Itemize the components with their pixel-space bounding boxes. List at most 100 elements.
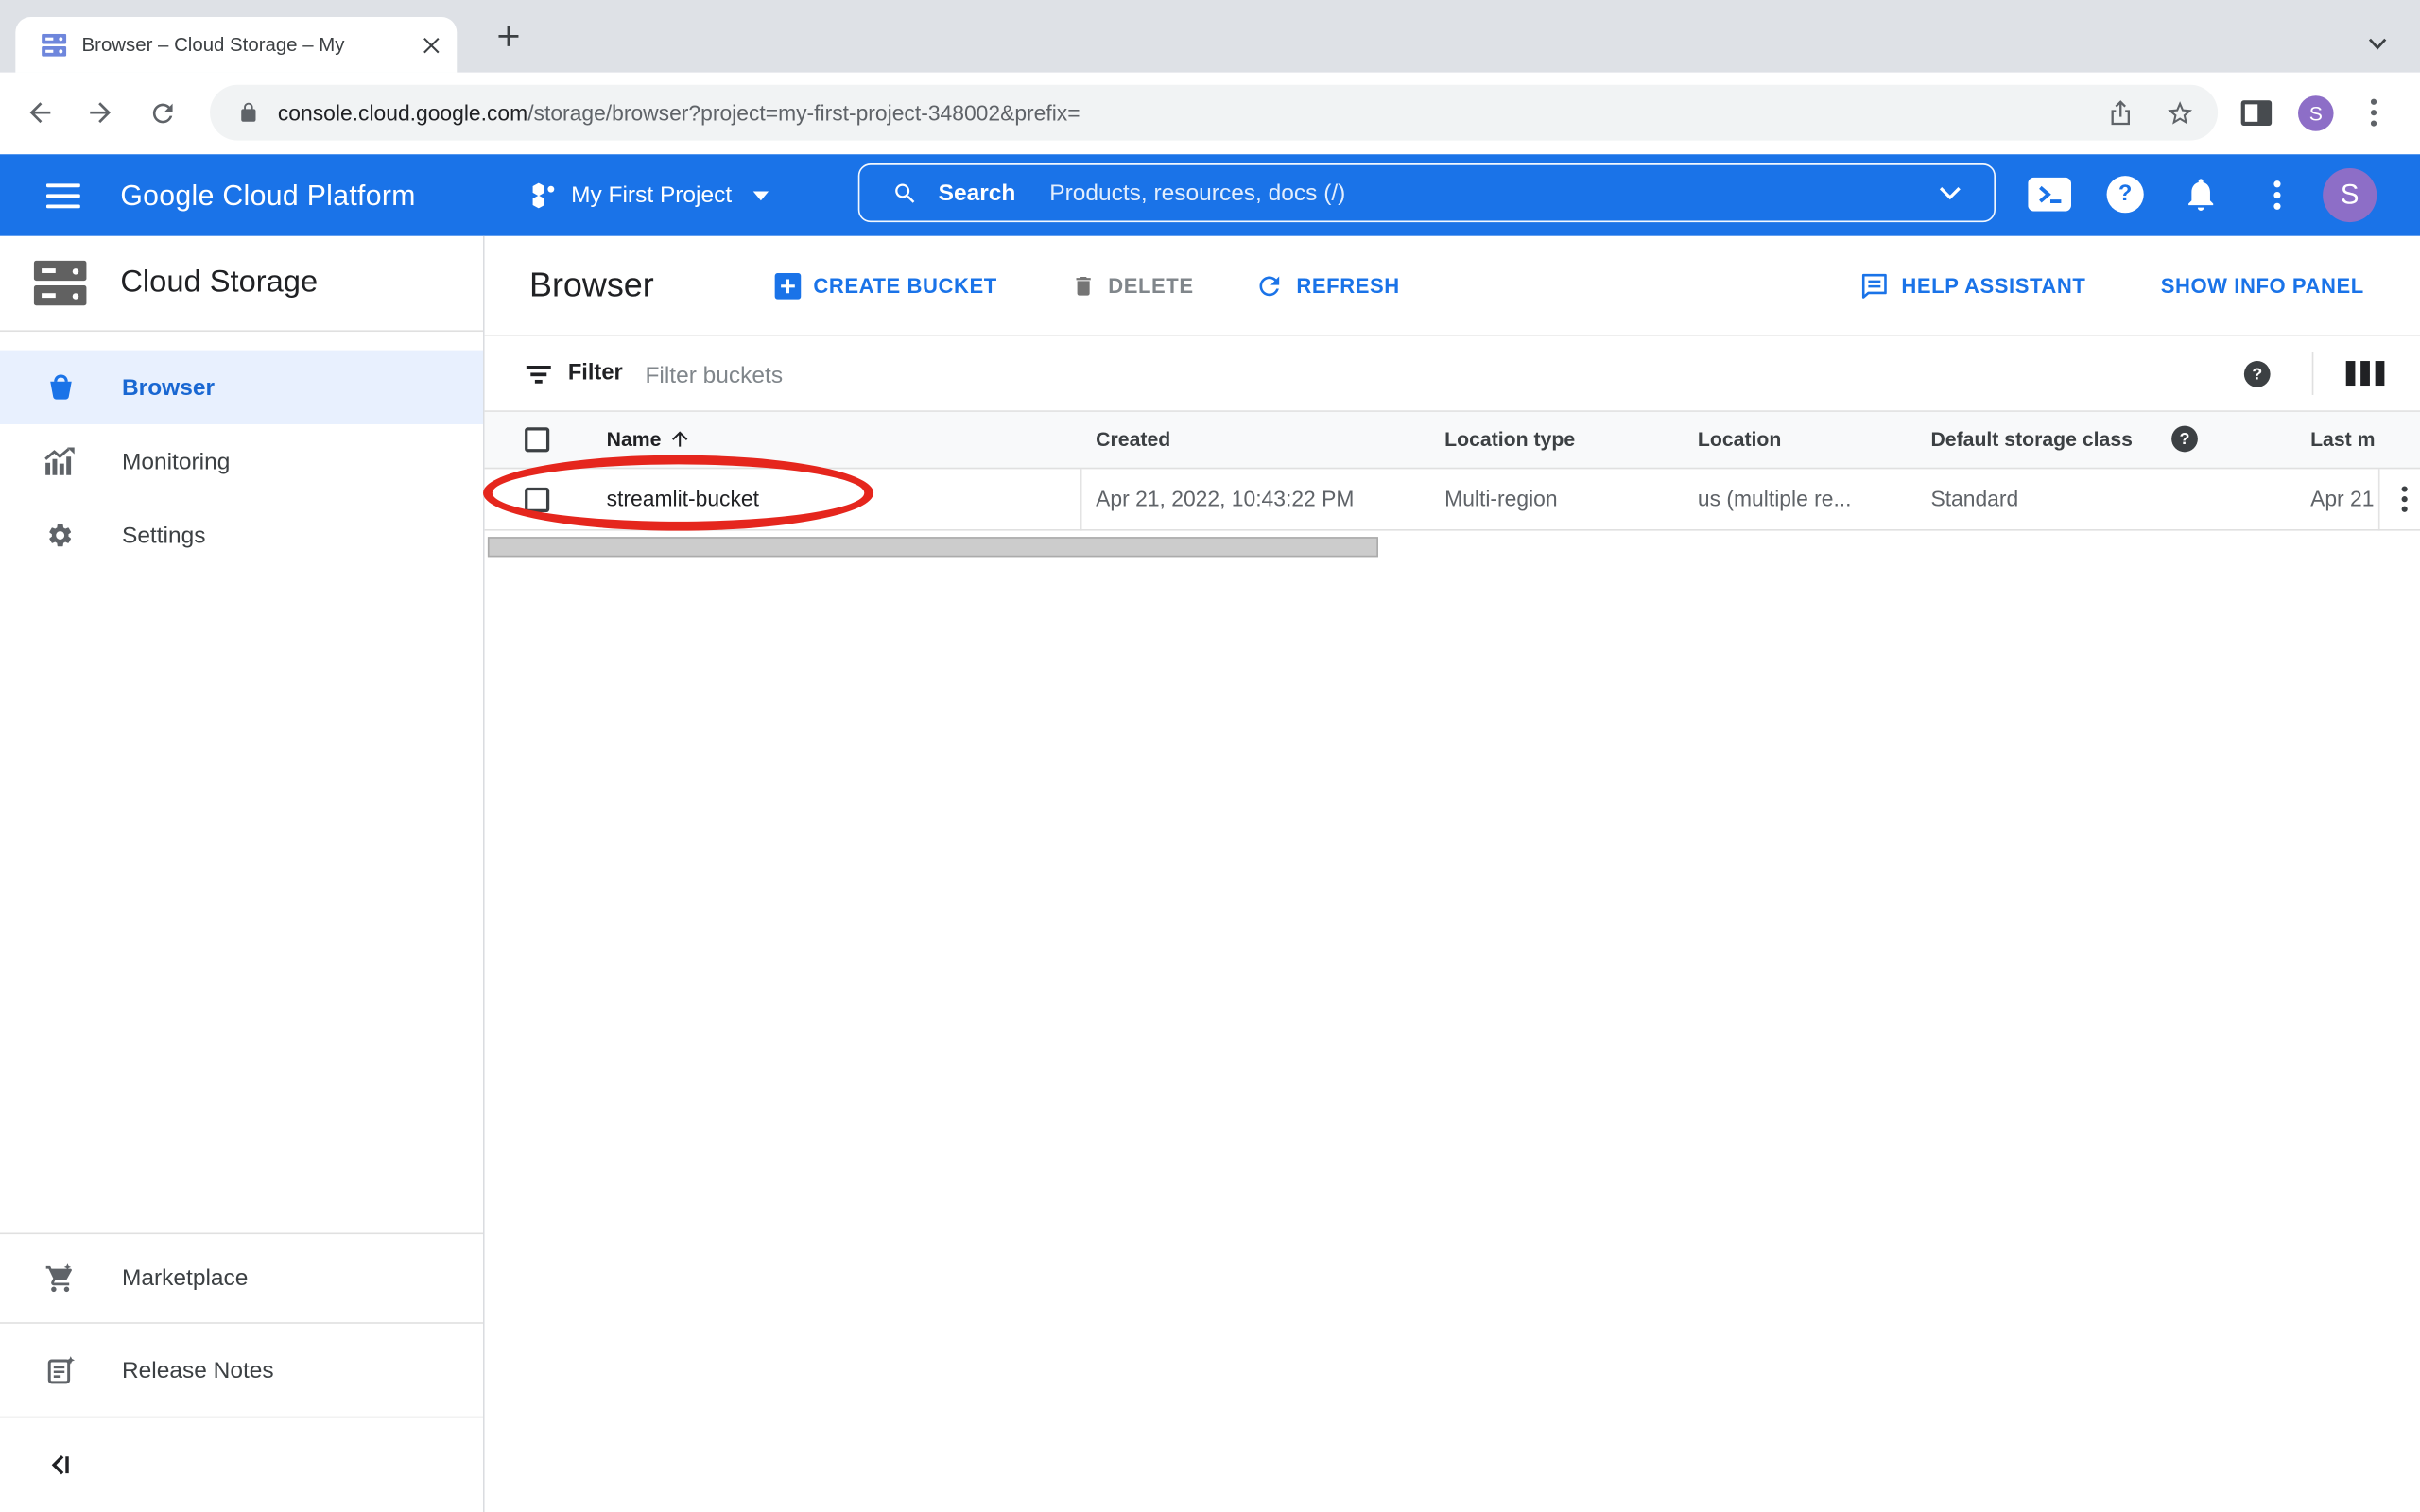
storage-class-help-icon[interactable]: ? [2171, 426, 2198, 453]
add-icon [775, 272, 802, 299]
table-header-row: Name Created Location type Location Defa… [485, 412, 2420, 469]
row-checkbox[interactable] [525, 488, 549, 512]
more-vert-icon[interactable] [2273, 180, 2281, 217]
column-header-last-modified[interactable]: Last m [2310, 412, 2378, 468]
bucket-icon [44, 372, 76, 402]
tab-close-icon[interactable] [417, 31, 444, 59]
back-icon[interactable] [25, 97, 56, 136]
url-text: console.cloud.google.com/storage/browser… [278, 100, 1080, 125]
reload-icon[interactable] [148, 98, 178, 135]
cloud-storage-favicon-icon [42, 33, 66, 56]
sidebar-item-label: Settings [122, 523, 205, 549]
browser-toolbar: console.cloud.google.com/storage/browser… [0, 73, 2420, 155]
bucket-row[interactable]: streamlit-bucket Apr 21, 2022, 10:43:22 … [485, 469, 2420, 530]
delete-button[interactable]: DELETE [1071, 236, 1194, 335]
chat-icon [1859, 271, 1889, 301]
gcp-logo[interactable]: Google Cloud Platform [120, 154, 415, 236]
page-toolbar: Browser CREATE BUCKET DELETE REFRESH [485, 236, 2420, 336]
select-all-checkbox[interactable] [525, 427, 549, 452]
user-avatar[interactable]: S [2323, 168, 2377, 222]
horizontal-scrollbar[interactable] [488, 537, 1378, 557]
cloud-shell-icon[interactable] [2028, 178, 2071, 219]
screen: Browser – Cloud Storage – My console.clo… [0, 0, 2420, 1512]
sidebar-item-label: Monitoring [122, 448, 230, 474]
project-caret-icon [753, 191, 769, 200]
sidebar-title: Cloud Storage [120, 266, 318, 301]
cloud-storage-icon [34, 261, 87, 305]
tab-title: Browser – Cloud Storage – My [82, 32, 411, 57]
column-header-created[interactable]: Created [1096, 412, 1170, 468]
chrome-profile-avatar[interactable]: S [2298, 95, 2334, 131]
bookmark-star-icon[interactable] [2166, 98, 2195, 135]
show-info-panel-label: SHOW INFO PANEL [2161, 274, 2364, 297]
filter-bar: Filter ? [485, 336, 2420, 412]
sidebar-item-monitoring[interactable]: Monitoring [0, 424, 483, 498]
row-overflow-menu-icon[interactable] [2401, 486, 2408, 517]
share-icon[interactable] [2107, 98, 2135, 135]
delete-trash-icon [1071, 272, 1096, 299]
sidebar-item-release-notes[interactable]: Release Notes [0, 1322, 483, 1417]
browser-tab[interactable]: Browser – Cloud Storage – My [15, 17, 457, 73]
buckets-table: Name Created Location type Location Defa… [485, 412, 2420, 531]
refresh-button[interactable]: REFRESH [1254, 236, 1399, 335]
user-avatar-initial: S [2341, 179, 2360, 211]
bucket-location-type: Multi-region [1444, 469, 1557, 529]
bucket-storage-class: Standard [1930, 469, 2018, 529]
bucket-name-link[interactable]: streamlit-bucket [607, 469, 759, 529]
chevron-down-icon[interactable] [1939, 186, 1962, 200]
help-filled-icon[interactable]: ? [2244, 361, 2271, 387]
bucket-created: Apr 21, 2022, 10:43:22 PM [1096, 469, 1354, 529]
delete-label: DELETE [1108, 274, 1193, 297]
sidebar-nav: Browser Monitoring [0, 351, 483, 573]
sidebar-item-settings[interactable]: Settings [0, 498, 483, 572]
tab-search-chevron-icon[interactable] [2367, 31, 2387, 59]
show-info-panel-button[interactable]: SHOW INFO PANEL [2161, 236, 2364, 335]
search-label: Search [939, 180, 1016, 206]
marketplace-cart-icon [44, 1263, 76, 1294]
help-assistant-button[interactable]: HELP ASSISTANT [1859, 236, 2085, 335]
column-header-location-type[interactable]: Location type [1444, 412, 1575, 468]
project-switcher[interactable]: My First Project [531, 154, 769, 236]
project-switcher-icon [531, 182, 558, 209]
monitoring-icon [44, 447, 76, 474]
search-placeholder: Products, resources, docs (/) [1049, 180, 1345, 206]
main-content: Browser CREATE BUCKET DELETE REFRESH [485, 236, 2420, 1512]
collapse-nav-icon [48, 1453, 73, 1476]
page-title: Browser [529, 236, 654, 335]
collapse-sidebar-button[interactable] [0, 1417, 483, 1512]
new-tab-icon[interactable] [497, 25, 522, 49]
filter-bar-divider [2312, 352, 2314, 395]
sidebar-item-browser[interactable]: Browser [0, 351, 483, 424]
filter-label: Filter [568, 336, 623, 410]
chrome-menu-icon[interactable] [2371, 98, 2377, 134]
filter-buckets-input[interactable] [642, 355, 1358, 395]
notifications-bell-icon[interactable] [2186, 178, 2217, 219]
sidebar-footer: Marketplace Release Notes [0, 1232, 483, 1512]
help-assistant-label: HELP ASSISTANT [1901, 274, 2085, 297]
lock-icon [237, 102, 259, 124]
sidebar-item-marketplace[interactable]: Marketplace [0, 1232, 483, 1322]
create-bucket-button[interactable]: CREATE BUCKET [775, 236, 997, 335]
url-domain: console.cloud.google.com [278, 100, 527, 125]
sidebar-item-label: Browser [122, 374, 215, 401]
column-display-icon[interactable] [2346, 361, 2385, 393]
column-header-location[interactable]: Location [1698, 412, 1781, 468]
column-header-storage-class[interactable]: Default storage class [1930, 412, 2133, 468]
project-name: My First Project [571, 182, 732, 209]
search-icon [892, 180, 919, 206]
url-bar[interactable]: console.cloud.google.com/storage/browser… [210, 85, 2218, 141]
release-notes-icon [44, 1355, 76, 1384]
column-header-name[interactable]: Name [607, 412, 662, 468]
gcp-search-bar[interactable]: Search Products, resources, docs (/) [858, 163, 1996, 222]
sidebar: Cloud Storage Browser [0, 236, 485, 1512]
sidebar-header: Cloud Storage [0, 236, 483, 332]
refresh-icon [1254, 271, 1284, 301]
create-bucket-label: CREATE BUCKET [813, 274, 996, 297]
forward-icon[interactable] [85, 97, 116, 136]
bucket-last-modified: Apr 21 [2310, 469, 2378, 529]
side-panel-icon[interactable] [2241, 100, 2273, 134]
browser-tab-strip: Browser – Cloud Storage – My [0, 0, 2420, 73]
hamburger-menu-icon[interactable] [46, 183, 80, 215]
sort-ascending-icon[interactable] [668, 427, 691, 455]
help-icon[interactable]: ? [2107, 176, 2144, 213]
